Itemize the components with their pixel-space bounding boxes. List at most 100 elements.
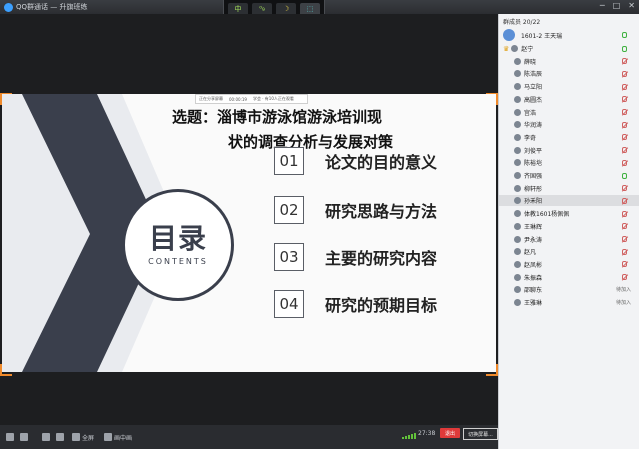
signal-strength-icon <box>402 433 416 439</box>
contents-item-number: 02 <box>274 196 304 224</box>
share-status-left: 正在分享屏幕 <box>199 96 223 101</box>
member-name: 陈浩辰 <box>524 71 543 79</box>
member-name: 柳轩彤 <box>524 185 543 193</box>
microphone-muted-icon <box>622 58 627 65</box>
member-row[interactable]: 薛晓 <box>499 56 639 67</box>
avatar <box>514 57 521 65</box>
member-name: 体教1601杨佩佩 <box>524 211 570 219</box>
avatar <box>514 70 521 78</box>
member-name: 高圆杰 <box>524 96 543 104</box>
microphone-muted-icon <box>622 261 627 268</box>
member-row[interactable]: 王雅琳 待加入 <box>499 297 639 308</box>
app-title-text: QQ群通话 — 升旗班练 <box>16 3 88 11</box>
switch-screen-button[interactable]: 切换屏幕... <box>463 428 498 440</box>
contents-item-text: 研究的预期目标 <box>325 296 438 315</box>
fullscreen-icon <box>72 433 80 441</box>
avatar <box>514 210 521 218</box>
call-duration: 27:38 <box>418 430 436 437</box>
microphone-muted-icon <box>622 134 627 141</box>
pip-button[interactable]: 画中画 <box>104 433 132 442</box>
member-row-host[interactable]: 1601-2 王天瑞 <box>499 28 639 42</box>
microphone-muted-icon <box>622 223 627 230</box>
member-row[interactable]: 高圆杰 <box>499 94 639 105</box>
member-row[interactable]: 陈裕垲 <box>499 157 639 168</box>
pip-label: 画中画 <box>114 434 133 442</box>
shared-screen-view[interactable]: 正在分享屏幕 00:00:19 学会 · 有10人正在观看 选题：淄博市游泳馆游… <box>0 14 498 425</box>
member-row[interactable]: 刘俊平 <box>499 145 639 156</box>
contents-item: 03 主要的研究内容 <box>274 243 437 271</box>
member-row[interactable]: 柳轩彤 <box>499 183 639 194</box>
microphone-muted-icon <box>622 185 627 192</box>
member-name: 邵聊东 <box>524 287 543 295</box>
fullscreen-button[interactable]: 全屏 <box>72 433 94 442</box>
contents-subtitle: CONTENTS <box>148 256 208 266</box>
contents-item-number: 03 <box>274 243 304 271</box>
avatar <box>514 159 521 167</box>
contents-title: 目录 <box>148 221 207 255</box>
member-row[interactable]: 孙禾阳 <box>499 195 639 207</box>
qq-logo-icon <box>4 2 13 12</box>
microphone-muted-icon <box>622 210 627 217</box>
camera-button[interactable] <box>56 433 64 441</box>
avatar <box>514 184 521 192</box>
microphone-on-icon <box>622 172 627 179</box>
microphone-muted-icon <box>622 274 627 281</box>
speaker-button[interactable] <box>20 433 28 441</box>
avatar <box>514 121 521 129</box>
window-controls: ─ □ ✕ <box>600 1 635 10</box>
member-name: 陈裕垲 <box>524 160 543 168</box>
avatar <box>514 273 521 281</box>
app-title: QQ群通话 — 升旗班练 <box>4 2 87 12</box>
avatar <box>514 235 521 243</box>
avatar <box>514 133 521 141</box>
avatar <box>511 45 519 52</box>
minimize-button[interactable]: ─ <box>600 1 605 10</box>
member-row[interactable]: 齐国强 <box>499 170 639 181</box>
speaker-icon <box>20 433 28 441</box>
member-row[interactable]: 尹永涛 <box>499 234 639 245</box>
admin-crown-icon: ♛ <box>503 44 510 53</box>
avatar <box>514 248 521 256</box>
member-row[interactable]: 体教1601杨佩佩 <box>499 208 639 219</box>
close-button[interactable]: ✕ <box>628 1 635 10</box>
contents-item: 02 研究思路与方法 <box>274 196 437 224</box>
member-row[interactable]: 李奇 <box>499 132 639 143</box>
member-row[interactable]: 宫浩 <box>499 107 639 118</box>
microphone-muted-icon <box>622 248 627 255</box>
slide-title-line1: 选题：淄博市游泳馆游泳培训现 <box>172 108 383 126</box>
contents-item: 04 研究的预期目标 <box>274 290 437 318</box>
avatar <box>514 286 521 294</box>
microphone-button[interactable] <box>6 433 14 441</box>
member-name: 赵凡 <box>524 249 537 257</box>
share-screen-button[interactable] <box>42 433 50 441</box>
avatar <box>514 146 521 154</box>
microphone-icon <box>6 433 14 441</box>
member-row[interactable]: 赵凤彬 <box>499 259 639 270</box>
member-row[interactable]: 赵凡 <box>499 246 639 257</box>
contents-item-number: 04 <box>274 290 304 318</box>
member-row[interactable]: 邵聊东 待加入 <box>499 284 639 295</box>
member-row[interactable]: ♛ 赵宁 <box>499 43 639 54</box>
hangup-button[interactable]: 退出 <box>440 428 460 438</box>
avatar <box>514 197 521 205</box>
microphone-muted-icon <box>622 96 627 103</box>
member-row[interactable]: 朱振森 <box>499 272 639 283</box>
avatar <box>514 108 521 116</box>
member-row[interactable]: 王琳辉 <box>499 221 639 232</box>
member-row[interactable]: 陈浩辰 <box>499 68 639 79</box>
member-row[interactable]: 马立阳 <box>499 81 639 92</box>
fullscreen-label: 全屏 <box>82 434 95 442</box>
member-name: 孙禾阳 <box>524 198 543 206</box>
maximize-button[interactable]: □ <box>613 1 621 10</box>
avatar <box>514 172 521 179</box>
avatar <box>514 222 521 230</box>
member-name: 1601-2 王天瑞 <box>521 32 563 40</box>
member-name: 宫浩 <box>524 109 537 117</box>
member-name: 王雅琳 <box>524 300 543 307</box>
contents-item-number: 01 <box>274 147 304 175</box>
member-status: 待加入 <box>615 287 631 294</box>
contents-badge: 目录 CONTENTS <box>122 189 234 301</box>
microphone-muted-icon <box>622 197 627 204</box>
member-row[interactable]: 华润涛 <box>499 119 639 130</box>
avatar <box>514 95 521 103</box>
